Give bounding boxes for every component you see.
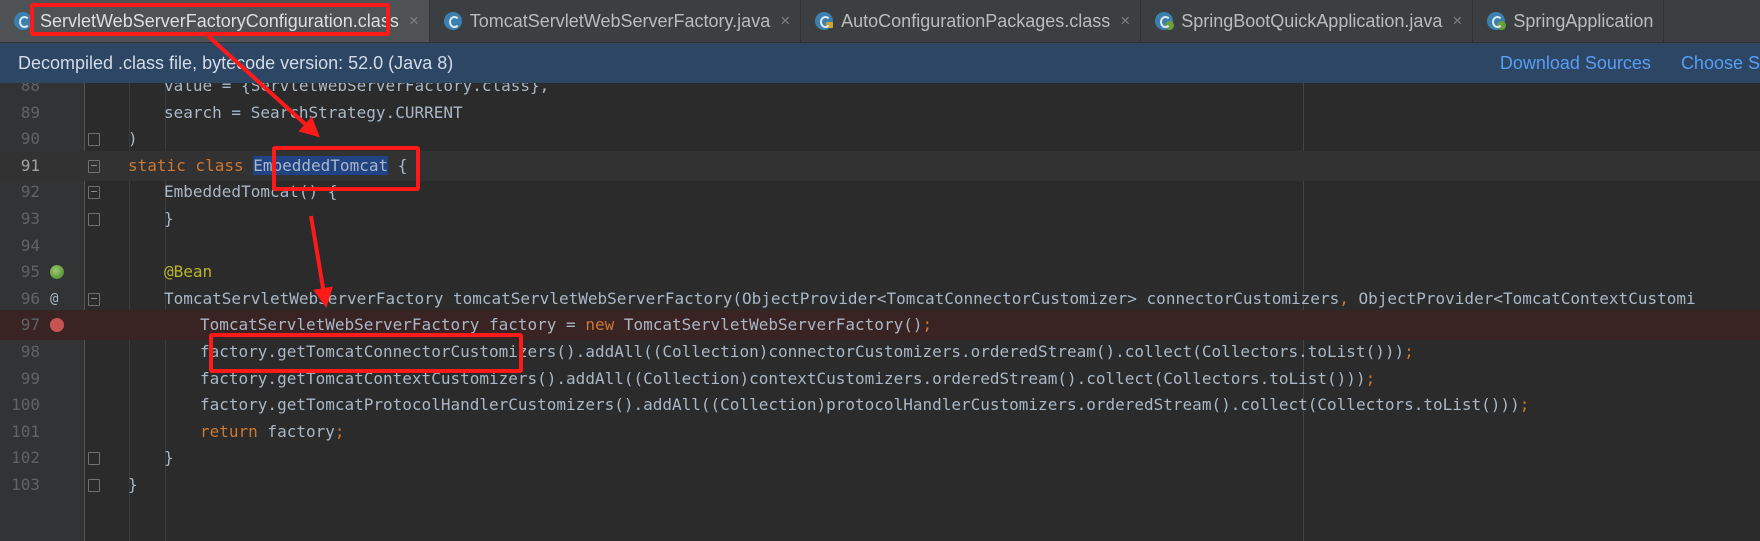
punctuation: ; [1404, 342, 1414, 361]
tab-close-icon[interactable]: × [1120, 11, 1130, 31]
line-number: 101 [11, 421, 40, 441]
callout-box-embedded-tomcat [272, 146, 420, 191]
code-line[interactable]: 90) [0, 124, 1760, 154]
fold-marker-icon[interactable] [88, 452, 100, 466]
fold-marker-icon[interactable] [88, 133, 100, 147]
code-text: TomcatServletWebServerFactory tomcatServ… [164, 284, 1696, 314]
code-editor[interactable]: 88 value = {ServletWebServerFactory.class… [0, 83, 1760, 541]
code-line[interactable]: 96 @ TomcatServletWebServerFactory tomcatS… [0, 284, 1760, 314]
code-segment: TomcatServletWebServerFactory factory = [200, 315, 586, 335]
keyword: return [200, 421, 258, 441]
code-text: search = SearchStrategy.CURRENT [164, 98, 463, 128]
code-segment: value = {ServletWebServerFactory.class}, [164, 83, 550, 95]
line-number: 92 [20, 182, 40, 202]
punctuation: ; [334, 421, 345, 441]
code-segment: factory.getTomcatProtocolHandlerCustomiz… [200, 395, 1520, 415]
code-line[interactable]: 103} [0, 470, 1760, 500]
code-line[interactable]: 100 factory.getTomcatProtocolHandlerCusto… [0, 390, 1760, 420]
line-number: 89 [20, 102, 40, 122]
code-line[interactable]: 93} [0, 204, 1760, 234]
code-segment: search = SearchStrategy.CURRENT [164, 102, 463, 122]
download-sources-link[interactable]: Download Sources [1500, 53, 1651, 74]
keyword: new [585, 315, 615, 335]
locked-class-file-icon [815, 12, 834, 30]
code-segment: } [164, 448, 174, 468]
line-number: 102 [11, 448, 40, 468]
tab-close-icon[interactable]: × [780, 11, 790, 31]
fold-marker-icon[interactable] [88, 213, 100, 226]
breakpoint-icon[interactable] [50, 310, 66, 340]
code-segment: factory [257, 421, 335, 441]
code-segment: } [164, 209, 174, 228]
code-line[interactable]: 89 search = SearchStrategy.CURRENT [0, 98, 1760, 128]
fold-marker-icon[interactable] [88, 186, 100, 200]
code-segment: TomcatServletWebServerFactory() [614, 315, 923, 335]
code-text: } [164, 443, 174, 473]
decompiled-message: Decompiled .class file, bytecode version… [18, 52, 454, 73]
editor-tab-label: SpringBootQuickApplication.java [1181, 10, 1443, 31]
line-number: 91 [20, 155, 40, 175]
annotation: @Bean [164, 262, 213, 282]
line-number: 99 [20, 368, 40, 388]
punctuation: ; [922, 315, 933, 335]
line-number: 96 [20, 288, 40, 308]
code-text: } [164, 204, 174, 234]
tab-close-icon[interactable]: × [1452, 11, 1462, 31]
spring-boot-class-icon [1487, 12, 1507, 30]
code-text: return factory; [200, 417, 345, 447]
code-line[interactable]: 102} [0, 443, 1760, 473]
class-file-icon [443, 12, 462, 30]
code-text: ) [128, 124, 138, 154]
line-number: 95 [20, 262, 40, 282]
editor-tab[interactable]: TomcatServletWebServerFactory.java × [430, 0, 802, 42]
editor-tab[interactable]: SpringBootQuickApplication.java × [1141, 0, 1474, 42]
code-segment: TomcatServletWebServerFactory tomcatServ… [164, 288, 1340, 308]
punctuation: ; [1519, 395, 1530, 415]
editor-tab-label: TomcatServletWebServerFactory.java [469, 10, 771, 31]
line-number: 103 [11, 475, 40, 494]
code-segment: } [128, 475, 138, 494]
line-number: 94 [20, 235, 40, 255]
code-line[interactable]: 94 [0, 231, 1760, 261]
callout-box-config-tab [30, 3, 390, 36]
line-number: 100 [11, 395, 40, 415]
tab-close-icon[interactable]: × [409, 11, 419, 31]
callout-box-factory-type [209, 333, 523, 373]
code-line[interactable]: 92 EmbeddedTomcat() { [0, 177, 1760, 207]
line-number: 98 [20, 342, 40, 361]
code-text: @Bean [164, 257, 212, 287]
editor-tab-label: SpringApplication [1513, 10, 1654, 31]
code-line[interactable]: 101 return factory; [0, 417, 1760, 447]
decompiled-banner: Decompiled .class file, bytecode version… [0, 43, 1760, 83]
choose-sources-link[interactable]: Choose S [1681, 53, 1760, 74]
line-number: 97 [20, 315, 40, 335]
keyword: , [1339, 288, 1359, 308]
fold-marker-icon[interactable] [88, 292, 100, 306]
editor-tab-label: AutoConfigurationPackages.class [841, 10, 1111, 31]
fold-marker-icon[interactable] [88, 159, 100, 173]
line-number: 93 [20, 209, 40, 228]
line-number: 90 [20, 129, 40, 149]
spring-bean-icon[interactable] [50, 257, 66, 287]
code-segment: ObjectProvider<TomcatContextCustomi [1358, 288, 1696, 308]
code-text: } [128, 470, 138, 500]
implemented-annotation-icon[interactable]: @ [50, 284, 66, 314]
editor-tab[interactable]: SpringApplication [1473, 0, 1665, 42]
code-line[interactable]: 91 static class EmbeddedTomcat { [0, 150, 1760, 181]
fold-marker-icon[interactable] [88, 479, 100, 492]
code-segment: ) [128, 129, 138, 149]
editor-tab[interactable]: AutoConfigurationPackages.class × [801, 0, 1142, 42]
code-line[interactable]: 95 @Bean [0, 257, 1760, 287]
code-text: factory.getTomcatProtocolHandlerCustomiz… [200, 390, 1529, 420]
keyword: static class [128, 155, 254, 175]
punctuation: ; [1365, 368, 1376, 388]
spring-boot-class-icon [1155, 12, 1175, 30]
